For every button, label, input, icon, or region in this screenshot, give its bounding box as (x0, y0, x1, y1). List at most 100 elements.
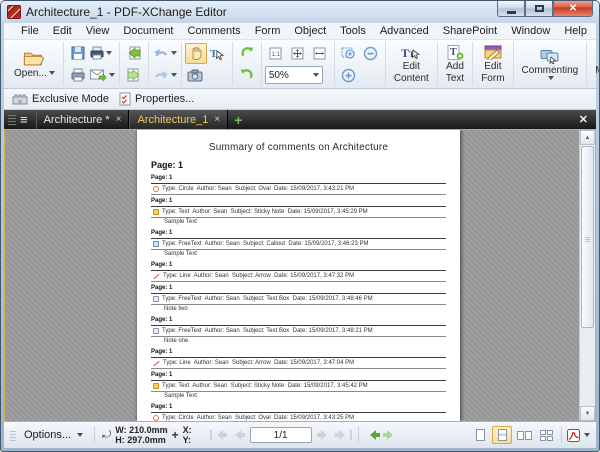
menu-item[interactable]: Advanced (373, 25, 436, 37)
comment-section: Page: 1 Type: Text Author: Sean Subject:… (151, 197, 446, 227)
single-page-icon (476, 429, 485, 441)
menu-item[interactable]: Comments (181, 25, 248, 37)
commenting-icon (540, 49, 560, 64)
comment-row: Type: FreeText Author: Sean Subject: Tex… (151, 294, 446, 305)
import-comments-button[interactable] (123, 43, 145, 64)
divider (94, 427, 95, 443)
measurement-button[interactable]: Measurement (590, 48, 600, 81)
hand-icon (189, 46, 203, 60)
first-page-button[interactable] (210, 430, 227, 440)
save-button[interactable] (67, 43, 89, 64)
snapshot-button[interactable] (185, 65, 207, 86)
vertical-scrollbar[interactable]: ▲ ▼ (579, 130, 595, 421)
menu-item[interactable]: File (14, 25, 46, 37)
section-page-label: Page: 1 (151, 284, 446, 294)
doc-arrow-left-icon (127, 46, 141, 60)
redo-button[interactable] (152, 65, 178, 86)
chevron-down-icon (49, 71, 55, 75)
page-indicator-input[interactable]: 1/1 (250, 427, 312, 443)
scroll-down-icon[interactable]: ▼ (580, 406, 595, 421)
open-button[interactable]: Open... (9, 49, 60, 80)
menu-item[interactable]: Edit (46, 25, 79, 37)
document-tab[interactable]: Architecture * × (36, 110, 130, 129)
zoom-out-button[interactable] (360, 43, 382, 64)
next-page-button[interactable] (317, 430, 332, 440)
layout-continuous-button[interactable] (492, 426, 512, 444)
zoom-marquee-button[interactable] (338, 43, 360, 64)
menu-item[interactable]: Object (287, 25, 333, 37)
menu-item[interactable]: Tools (333, 25, 373, 37)
next-view-button[interactable] (383, 430, 398, 440)
zoom-level-select[interactable]: 50% (265, 66, 323, 84)
menu-item[interactable]: Window (504, 25, 557, 37)
actual-size-button[interactable]: 1:1 (265, 43, 287, 64)
document-viewport[interactable]: Summary of comments on Architecture Page… (4, 129, 596, 422)
edit-content-button[interactable]: TT Edit Content (389, 44, 434, 85)
minimize-button[interactable] (497, 1, 525, 17)
page-size-icon: ⤾ (102, 429, 111, 442)
comment-section: Page: 1 Type: Line Author: Sean Subject:… (151, 261, 446, 282)
layout-grid-button[interactable] (536, 426, 556, 444)
tab-label: Architecture_1 (137, 114, 208, 126)
undo-button[interactable] (152, 43, 178, 64)
tabbar-grip[interactable] (8, 114, 16, 125)
new-tab-button[interactable]: + (234, 114, 242, 126)
maximize-button[interactable] (525, 1, 553, 17)
menu-item[interactable]: SharePoint (436, 25, 504, 37)
previous-page-button[interactable] (230, 430, 245, 440)
section-page-label: Page: 1 (151, 371, 446, 381)
grid-pages-icon (540, 430, 553, 441)
rotate-ccw-button[interactable] (236, 43, 258, 64)
zoom-in-button[interactable] (338, 65, 360, 86)
menu-item[interactable]: Form (248, 25, 288, 37)
rotate-cw-button[interactable] (236, 65, 258, 86)
tab-close-icon[interactable]: × (116, 114, 122, 125)
layout-two-up-button[interactable] (514, 426, 534, 444)
open-in-reader-button[interactable] (567, 429, 580, 442)
scrollbar-thumb[interactable] (581, 146, 594, 328)
pdf-page: Summary of comments on Architecture Page… (137, 130, 460, 421)
comment-row: Type: FreeText Author: Sean Subject: Tex… (151, 326, 446, 337)
comment-section: Page: 1 Type: Text Author: Sean Subject:… (151, 371, 446, 401)
select-text-button[interactable]: T (207, 43, 229, 64)
print-button[interactable] (67, 65, 89, 86)
last-page-button[interactable] (335, 430, 352, 440)
tab-close-icon[interactable]: × (214, 114, 220, 125)
page-dimensions: W: 210.0mm H: 297.0mm (115, 425, 167, 445)
page-navigation: 1/1 (210, 427, 398, 443)
options-button[interactable]: Options... (20, 427, 87, 443)
comment-note: Note two (151, 305, 446, 314)
menu-item[interactable]: Help (557, 25, 594, 37)
chevron-down-icon[interactable] (584, 433, 590, 437)
commenting-button[interactable]: Commenting (517, 48, 584, 81)
comment-text: Type: FreeText Author: Sean Subject: Tex… (162, 326, 373, 336)
cursor-y-label: Y: (183, 435, 192, 445)
previous-view-button[interactable] (365, 430, 380, 440)
tab-list-icon[interactable]: ≡ (20, 113, 28, 126)
layout-single-button[interactable] (470, 426, 490, 444)
exclusive-mode-button[interactable]: Exclusive Mode (12, 93, 109, 105)
comment-section: Page: 1 Type: Line Author: Sean Subject:… (151, 348, 446, 369)
menu-item[interactable]: Document (116, 25, 180, 37)
scroll-up-icon[interactable]: ▲ (580, 130, 595, 145)
cursor-position-icon: + (172, 428, 179, 442)
comment-text: Type: FreeText Author: Sean Subject: Cal… (162, 239, 368, 249)
add-text-button[interactable]: T Add Text (441, 44, 469, 85)
print-dropdown-button[interactable] (89, 43, 113, 64)
close-document-icon[interactable]: ✕ (575, 113, 592, 126)
annotation-type-icon (153, 383, 159, 389)
email-button[interactable] (89, 65, 116, 86)
edit-form-button[interactable]: Edit Form (476, 44, 509, 85)
menu-item[interactable]: View (79, 25, 117, 37)
maximize-icon (535, 5, 544, 12)
annotation-type-icon (153, 241, 159, 247)
fit-page-button[interactable] (287, 43, 309, 64)
document-tab[interactable]: Architecture_1 × (129, 110, 228, 129)
export-comments-button[interactable] (123, 65, 145, 86)
properties-button[interactable]: Properties... (119, 92, 194, 106)
annotation-type-icon (153, 328, 159, 334)
hand-tool-button[interactable] (185, 43, 207, 64)
title-bar[interactable]: Architecture_1 - PDF-XChange Editor ✕ (1, 1, 599, 23)
close-button[interactable]: ✕ (553, 1, 593, 17)
fit-width-button[interactable] (309, 43, 331, 64)
